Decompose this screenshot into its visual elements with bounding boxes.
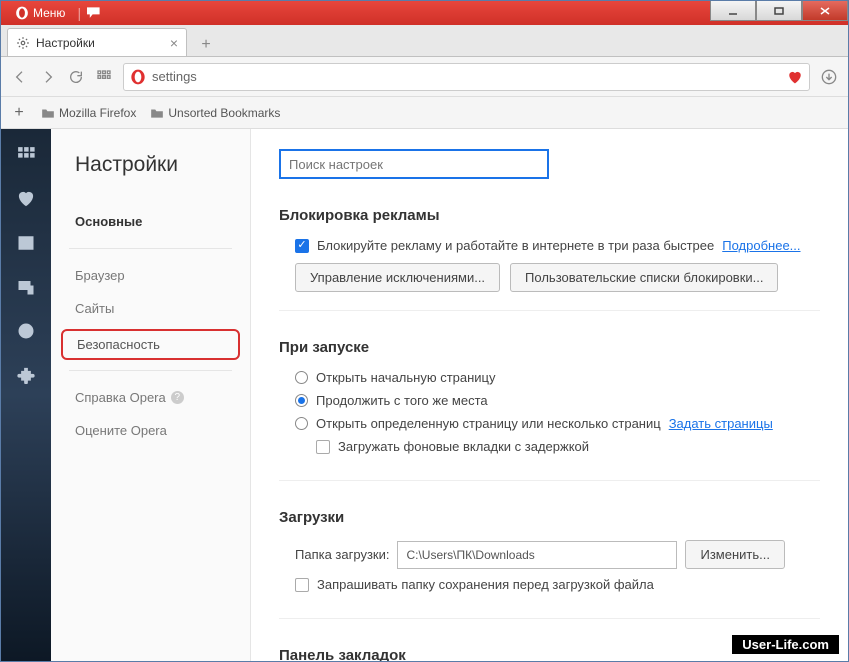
section-title: При запуске <box>279 339 820 356</box>
tab-close-icon[interactable]: × <box>170 35 178 51</box>
startup-label-home: Открыть начальную страницу <box>316 370 496 385</box>
opera-icon <box>130 69 146 85</box>
section-downloads: Загрузки Папка загрузки: Изменить... Зап… <box>279 509 820 619</box>
navigation-bar <box>1 57 848 97</box>
bookmark-label: Mozilla Firefox <box>59 106 136 120</box>
tab-title: Настройки <box>36 36 95 50</box>
sidebar-item-sites[interactable]: Сайты <box>51 292 250 325</box>
sync-nav-icon[interactable] <box>16 277 36 297</box>
sidebar-item-browser[interactable]: Браузер <box>51 259 250 292</box>
opera-logo-icon <box>15 6 29 20</box>
tab-settings[interactable]: Настройки × <box>7 28 187 56</box>
bookmark-item[interactable]: Unsorted Bookmarks <box>150 106 280 120</box>
section-title: Загрузки <box>279 509 820 526</box>
forward-button[interactable] <box>39 68 57 86</box>
sidebar-title: Настройки <box>51 153 250 205</box>
folder-icon <box>41 107 55 119</box>
bookmark-label: Unsorted Bookmarks <box>168 106 280 120</box>
startup-radio-pages[interactable] <box>295 417 308 430</box>
custom-lists-button[interactable]: Пользовательские списки блокировки... <box>510 263 778 292</box>
startup-label-delay: Загружать фоновые вкладки с задержкой <box>338 439 589 454</box>
sidebar-item-help[interactable]: Справка Opera ? <box>51 381 250 414</box>
speech-icon[interactable] <box>85 6 103 20</box>
back-button[interactable] <box>11 68 29 86</box>
history-nav-icon[interactable] <box>16 321 36 341</box>
sidebar-item-security[interactable]: Безопасность <box>61 329 240 360</box>
window-controls <box>710 1 848 21</box>
sidebar-help-label: Справка Opera <box>75 390 166 405</box>
download-folder-label: Папка загрузки: <box>295 547 389 562</box>
change-folder-button[interactable]: Изменить... <box>685 540 784 569</box>
manage-exceptions-button[interactable]: Управление исключениями... <box>295 263 500 292</box>
add-bookmark-button[interactable]: + <box>11 104 27 122</box>
speed-dial-nav-icon[interactable] <box>16 145 36 165</box>
minimize-button[interactable] <box>710 1 756 21</box>
tab-bar: Настройки × + <box>1 25 848 57</box>
app-window: Меню | Настройки × + + <box>0 0 849 662</box>
downloads-icon[interactable] <box>820 68 838 86</box>
news-nav-icon[interactable] <box>16 233 36 253</box>
reload-button[interactable] <box>67 68 85 86</box>
bookmarks-bar: + Mozilla Firefox Unsorted Bookmarks <box>1 97 848 129</box>
maximize-button[interactable] <box>756 1 802 21</box>
settings-search-input[interactable] <box>279 149 549 179</box>
download-folder-input[interactable] <box>397 541 677 569</box>
ask-folder-label: Запрашивать папку сохранения перед загру… <box>317 577 654 592</box>
section-adblock: Блокировка рекламы Блокируйте рекламу и … <box>279 207 820 311</box>
new-tab-button[interactable]: + <box>193 34 219 56</box>
section-title: Блокировка рекламы <box>279 207 820 224</box>
startup-radio-home[interactable] <box>295 371 308 384</box>
startup-label-pages: Открыть определенную страницу или нескол… <box>316 416 661 431</box>
heart-icon[interactable] <box>787 70 803 84</box>
settings-sidebar: Настройки Основные Браузер Сайты Безопас… <box>51 129 251 661</box>
help-icon: ? <box>171 391 184 404</box>
menu-label: Меню <box>33 6 65 20</box>
content-area: Настройки Основные Браузер Сайты Безопас… <box>1 129 848 661</box>
titlebar-separator: | <box>77 5 81 21</box>
icon-sidebar <box>1 129 51 661</box>
startup-label-continue: Продолжить с того же места <box>316 393 488 408</box>
watermark: User-Life.com <box>732 635 839 654</box>
sidebar-divider <box>69 370 232 371</box>
main-panel: Блокировка рекламы Блокируйте рекламу и … <box>251 129 848 661</box>
speed-dial-icon[interactable] <box>95 68 113 86</box>
menu-button[interactable]: Меню <box>7 4 73 22</box>
sidebar-item-basic[interactable]: Основные <box>51 205 250 238</box>
adblock-more-link[interactable]: Подробнее... <box>722 238 800 253</box>
titlebar: Меню | <box>1 1 848 25</box>
address-bar[interactable] <box>123 63 810 91</box>
gear-icon <box>16 36 30 50</box>
address-input[interactable] <box>152 69 781 84</box>
adblock-label: Блокируйте рекламу и работайте в интерне… <box>317 238 714 253</box>
ask-folder-checkbox[interactable] <box>295 578 309 592</box>
startup-radio-continue[interactable] <box>295 394 308 407</box>
startup-delay-checkbox[interactable] <box>316 440 330 454</box>
bookmark-item[interactable]: Mozilla Firefox <box>41 106 136 120</box>
set-pages-link[interactable]: Задать страницы <box>669 416 773 431</box>
extensions-nav-icon[interactable] <box>16 365 36 385</box>
sidebar-item-rate[interactable]: Оцените Opera <box>51 414 250 447</box>
sidebar-divider <box>69 248 232 249</box>
close-button[interactable] <box>802 1 848 21</box>
folder-icon <box>150 107 164 119</box>
section-startup: При запуске Открыть начальную страницу П… <box>279 339 820 481</box>
adblock-checkbox[interactable] <box>295 239 309 253</box>
bookmarks-nav-icon[interactable] <box>16 189 36 209</box>
